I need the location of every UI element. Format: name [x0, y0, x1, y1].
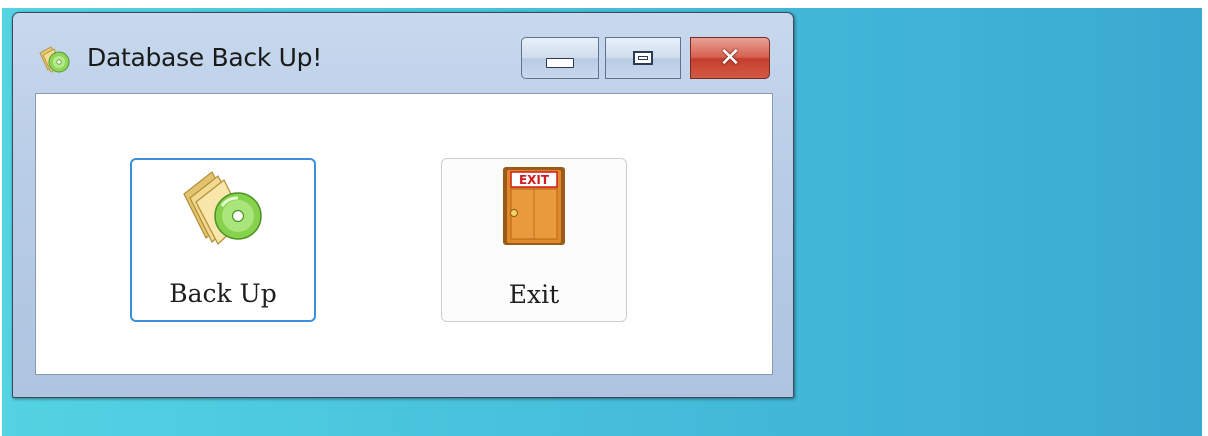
backup-window: Database Back Up! ✕ Back Up EXIT Exit [12, 12, 794, 398]
title-bar[interactable]: Database Back Up! ✕ [13, 13, 793, 89]
minimize-icon [546, 58, 574, 68]
backup-label: Back Up [169, 279, 277, 308]
minimize-button[interactable] [521, 37, 599, 79]
exit-label: Exit [508, 280, 560, 309]
backup-button[interactable]: Back Up [130, 158, 316, 322]
window-client-area: Back Up EXIT Exit [35, 93, 773, 375]
exit-button[interactable]: EXIT Exit [441, 158, 627, 322]
screen-edge [1202, 0, 1208, 436]
maximize-icon [633, 51, 653, 65]
maximize-button[interactable] [605, 37, 681, 79]
exit-sign-text: EXIT [519, 173, 550, 187]
screen: Database Back Up! ✕ Back Up EXIT Exit [0, 0, 1208, 436]
disc-with-folders-icon [37, 43, 71, 75]
close-icon: ✕ [719, 43, 741, 73]
backup-disc-icon [178, 166, 268, 253]
window-title: Database Back Up! [87, 43, 322, 72]
exit-door-icon: EXIT [499, 165, 569, 252]
close-button[interactable]: ✕ [690, 37, 770, 79]
